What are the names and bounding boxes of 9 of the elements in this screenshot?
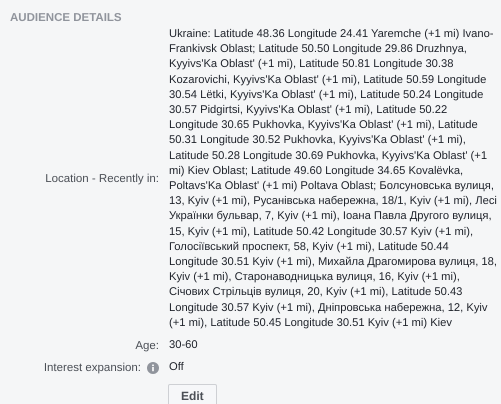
field-label: Age:	[135, 340, 159, 352]
field-label: Interest expansion:	[44, 362, 141, 374]
field-value: Ukraine: Latitude 48.36 Longitude 24.41 Yaremche (+1 mi) Ivano-Frankivsk Oblast; Latitude 50.50 Longitude 29.86 Druzhnya, Kyyivs'Ka Oblast' (+1 mi), Latitude 50.81 Longitude 30.38 Kozarovichi, Kyyivs'Ka Oblast' (+1 mi), Latitude 50.59 Longitude 30.54 Lëtki, Kyyivs'Ka Oblast' (+1 mi), Latitude 50.24 Longitude 30.57 Pidgirtsi, Kyyivs'Ka Oblast' (+1 mi), Latitude 50.22 Longitude 30.65 Pukhovka, Kyyivs'Ka Oblast' (+1 mi), Latitude 50.31 Longitude 30.52 Pukhovka, Kyyivs'Ka Oblast' (+1 mi), Latitude 50.28 Longitude 30.69 Pukhovka, Kyyivs'Ka Oblast' (+1 mi) Kiev Oblast; Latitude 49.60 Longitude 34.65 Kovalëvka, Poltavs'Ka Oblast' (+1 mi) Poltava Oblast; Болсуновська вулиця, 13, Kyiv (+1 mi), Русанівська набережна, 18/1, Kyiv (+1 mi), Лесі Українки бульвар, 7, Kyiv (+1 mi), Іоана Павла Другого вулиця, 15, Kyiv (+1 mi), Latitude 50.42 Longitude 30.57 Kyiv (+1 mi), Голосіївський проспект, 58, Kyiv (+1 mi), Latitude 50.44 Longitude 30.51 Kyiv (+1 mi), Михайла Драгомирова вулиця, 18, Kyiv (+1 mi), Старонаводницька вулиця, 16, Kyiv (+1 mi), Січових Стрільців вулиця, 20, Kyiv (+1 mi), Latitude 50.43 Longitude 30.57 Kyiv (+1 mi), Дніпровська набережна, 12, Kyiv (+1 mi), Latitude 50.45 Longitude 30.51 Kyiv (+1 mi) Kiev	[169, 27, 498, 331]
field-label: Location - Recently in:	[45, 173, 159, 186]
field-value: Off	[169, 360, 185, 376]
field-value: 30-60	[169, 338, 199, 354]
edit-button[interactable]: Edit	[168, 384, 217, 404]
info-icon[interactable]	[147, 362, 159, 374]
section-title: AUDIENCE DETAILS	[10, 11, 123, 25]
